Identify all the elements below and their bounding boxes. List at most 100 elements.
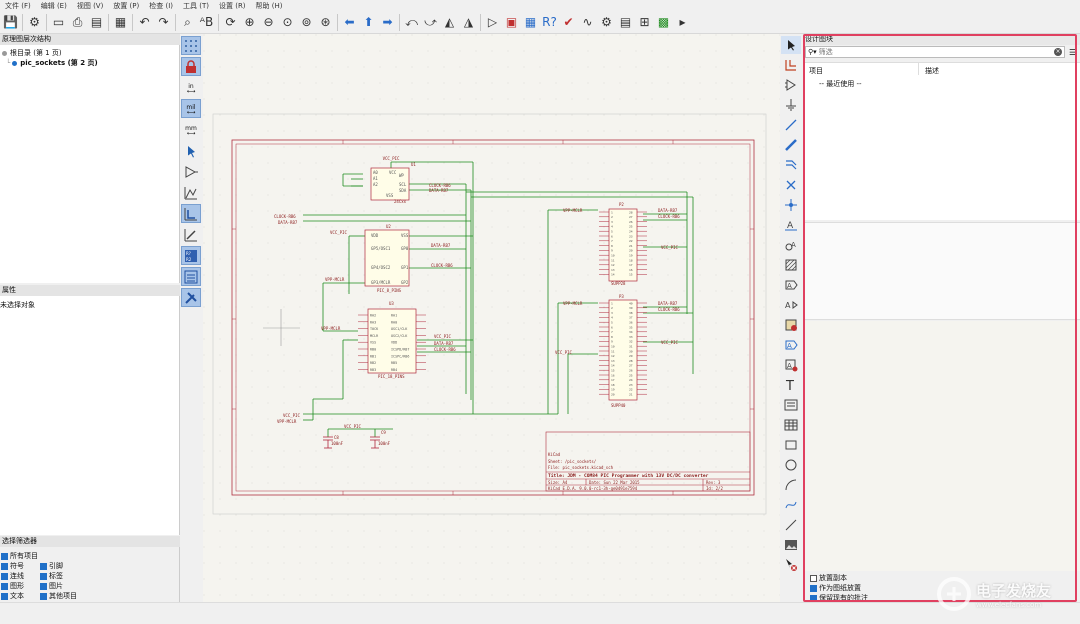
menu-item[interactable]: 视图 (V): [72, 1, 108, 11]
units-mil-button[interactable]: mil ⟷: [181, 99, 201, 118]
units-in-button[interactable]: in ⟷: [181, 78, 201, 97]
find-replace-icon[interactable]: ᴬB: [197, 13, 216, 32]
simulator-icon[interactable]: ∿: [578, 13, 597, 32]
filter-item[interactable]: 连线: [1, 571, 24, 581]
sheet-pin-icon[interactable]: A: [781, 336, 801, 354]
checkbox-icon[interactable]: [40, 592, 47, 600]
schematic-drawing[interactable]: VCC_PIC U1 A0 A1 A2 WP SCL SDA VSS VCC 2…: [203, 34, 780, 602]
rule-area-icon[interactable]: [781, 256, 801, 274]
refresh-icon[interactable]: ⟳: [221, 13, 240, 32]
add-arc-icon[interactable]: [781, 476, 801, 494]
highlight-net-icon[interactable]: [781, 56, 801, 74]
menu-item[interactable]: 帮助 (H): [251, 1, 288, 11]
hierarchy-child[interactable]: └ pic_sockets (第 2 页): [6, 58, 98, 68]
bom-icon[interactable]: ▤: [616, 13, 635, 32]
zoom-out-icon[interactable]: ⊖: [259, 13, 278, 32]
print-icon[interactable]: ⎙: [68, 13, 87, 32]
add-bus-icon[interactable]: [781, 136, 801, 154]
delete-tool-icon[interactable]: [781, 556, 801, 574]
filter-item[interactable]: 文本: [1, 591, 24, 601]
symbol-editor-icon[interactable]: ▷: [483, 13, 502, 32]
mirror-horizontal-icon[interactable]: ◮: [459, 13, 478, 32]
add-power-icon[interactable]: [781, 96, 801, 114]
rotate-ccw-icon[interactable]: ⤺: [402, 13, 421, 32]
filter-item[interactable]: 图形: [1, 581, 24, 591]
grid-lock-icon[interactable]: [181, 57, 201, 76]
line-mode-90-icon[interactable]: [181, 204, 201, 223]
add-label-icon[interactable]: A: [781, 216, 801, 234]
cursor-shape-icon[interactable]: [181, 141, 201, 160]
zoom-fit-icon[interactable]: ⊙: [278, 13, 297, 32]
checkbox-icon[interactable]: [1, 562, 8, 570]
paste-icon[interactable]: ▦: [111, 13, 130, 32]
line-mode-45-icon[interactable]: [181, 225, 201, 244]
checkbox-icon[interactable]: [40, 582, 47, 590]
add-textbox-icon[interactable]: [781, 396, 801, 414]
zoom-in-icon[interactable]: ⊕: [240, 13, 259, 32]
add-bezier-icon[interactable]: [781, 496, 801, 514]
add-wire-icon[interactable]: [781, 116, 801, 134]
filter-all[interactable]: 所有项目: [1, 551, 38, 561]
erc-icon[interactable]: ✔: [559, 13, 578, 32]
find-icon[interactable]: ⌕: [178, 13, 197, 32]
menu-item[interactable]: 设置 (R): [214, 1, 251, 11]
navigate-back-icon[interactable]: ⬅: [340, 13, 359, 32]
plot-icon[interactable]: ▤: [87, 13, 106, 32]
junction-icon[interactable]: [781, 196, 801, 214]
global-label-icon[interactable]: A: [781, 276, 801, 294]
save-icon[interactable]: 💾: [1, 13, 20, 32]
schematic-canvas[interactable]: VCC_PIC U1 A0 A1 A2 WP SCL SDA VSS VCC 2…: [203, 34, 780, 602]
checkbox-icon[interactable]: [1, 592, 8, 600]
add-table-icon[interactable]: [781, 416, 801, 434]
import-sheet-pin-icon[interactable]: A: [781, 356, 801, 374]
pcb-editor-icon[interactable]: ▩: [654, 13, 673, 32]
add-text-icon[interactable]: T: [781, 376, 801, 394]
menu-item[interactable]: 工具 (T): [178, 1, 214, 11]
add-symbol-icon[interactable]: [781, 76, 801, 94]
units-mm-button[interactable]: mm ⟷: [181, 120, 201, 139]
hidden-pins-icon[interactable]: [181, 162, 201, 181]
add-circle-icon[interactable]: [781, 456, 801, 474]
menu-item[interactable]: 文件 (F): [0, 1, 36, 11]
hierarchical-label-icon[interactable]: A: [781, 296, 801, 314]
zoom-selection-icon[interactable]: ⊛: [316, 13, 335, 32]
footprint-assign-icon[interactable]: ▦: [521, 13, 540, 32]
rotate-cw-icon[interactable]: ⤻: [421, 13, 440, 32]
filter-item[interactable]: 标签: [40, 571, 63, 581]
filter-item[interactable]: 其他项目: [40, 591, 77, 601]
add-sheet-icon[interactable]: [781, 316, 801, 334]
navigate-forward-icon[interactable]: ➡: [378, 13, 397, 32]
checkbox-icon[interactable]: [1, 572, 8, 580]
checkbox-icon[interactable]: [1, 582, 8, 590]
zoom-objects-icon[interactable]: ⊚: [297, 13, 316, 32]
bus-entry-icon[interactable]: [781, 156, 801, 174]
checkbox-icon[interactable]: [40, 562, 47, 570]
menu-item[interactable]: 放置 (P): [108, 1, 144, 11]
select-tool-icon[interactable]: [781, 36, 801, 54]
schematic-setup-icon[interactable]: ⚙: [25, 13, 44, 32]
add-rectangle-icon[interactable]: [781, 436, 801, 454]
hierarchy-root[interactable]: 根目录 (第 1 页): [2, 48, 62, 58]
tools-icon[interactable]: [181, 288, 201, 307]
menu-item[interactable]: 检查 (I): [144, 1, 178, 11]
navigate-up-icon[interactable]: ⬆: [359, 13, 378, 32]
filter-item[interactable]: 符号: [1, 561, 24, 571]
annotate-refs-icon[interactable]: R? R2: [181, 246, 201, 265]
line-mode-free-icon[interactable]: [181, 183, 201, 202]
page-settings-icon[interactable]: ▭: [49, 13, 68, 32]
no-connect-icon[interactable]: [781, 176, 801, 194]
add-line-icon[interactable]: [781, 516, 801, 534]
scripting-console-icon[interactable]: ▸: [673, 13, 692, 32]
netlist-icon[interactable]: ⊞: [635, 13, 654, 32]
net-class-icon[interactable]: A: [781, 236, 801, 254]
mirror-vertical-icon[interactable]: ◭: [440, 13, 459, 32]
filter-item[interactable]: 引脚: [40, 561, 63, 571]
undo-icon[interactable]: ↶: [135, 13, 154, 32]
symbol-browser-icon[interactable]: ▣: [502, 13, 521, 32]
properties-panel-toggle-icon[interactable]: [181, 267, 201, 286]
add-image-icon[interactable]: [781, 536, 801, 554]
annotate-icon[interactable]: R?: [540, 13, 559, 32]
redo-icon[interactable]: ↷: [154, 13, 173, 32]
footprint-editor-icon[interactable]: ⚙: [597, 13, 616, 32]
checkbox-icon[interactable]: [40, 572, 47, 580]
